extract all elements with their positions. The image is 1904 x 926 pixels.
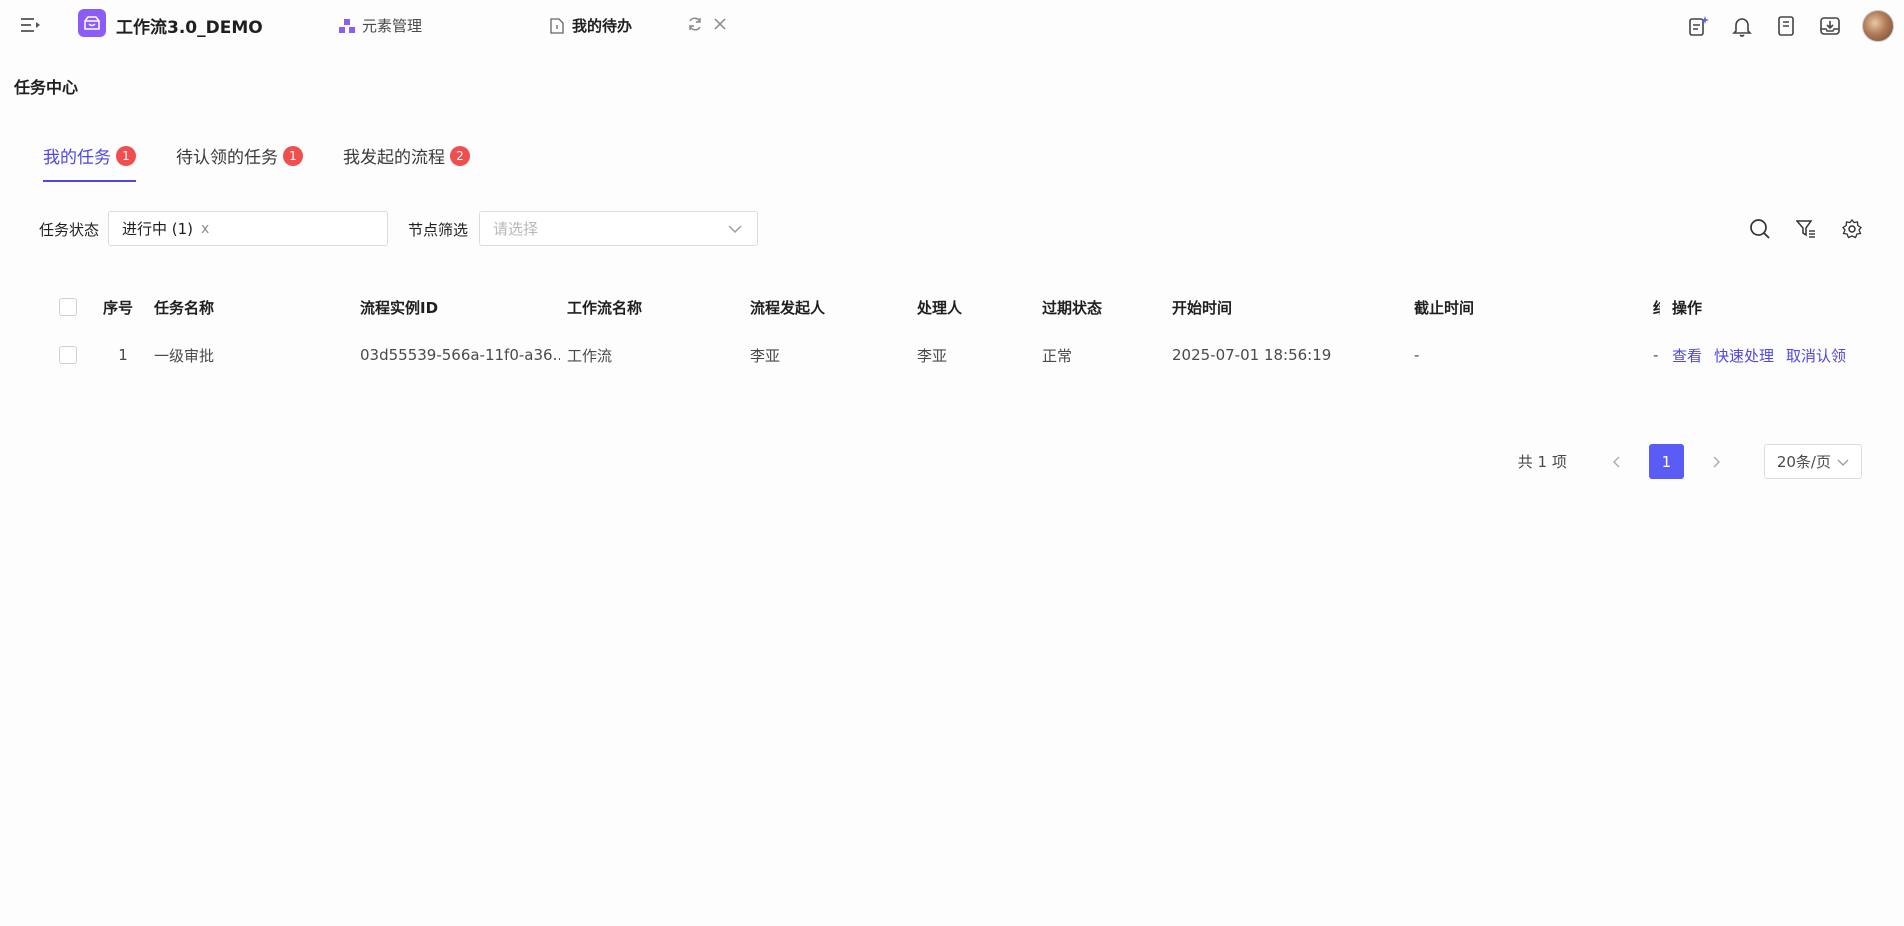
tab-claimable-tasks[interactable]: 待认领的任务 1 [176,143,303,182]
page-size-select[interactable]: 20条/页 [1763,444,1862,479]
page-size-value: 20条/页 [1776,453,1831,471]
next-page-button[interactable] [1700,445,1734,479]
refresh-icon[interactable] [687,16,703,32]
gear-icon[interactable] [1840,217,1864,241]
row-start-time: 2025-07-01 18:56:19 [1172,346,1332,364]
col-workflow-name: 工作流名称 [567,298,643,317]
node-filter-select[interactable]: 请选择 [479,211,758,246]
tab-todo[interactable]: 我的待办 [550,15,632,36]
tab-elements[interactable]: 元素管理 [338,15,422,36]
row-instance-id: 03d55539-566a-11f0-a36... [360,346,560,364]
row-checkbox[interactable] [59,346,77,364]
status-filter-clear[interactable]: x [201,221,209,237]
col-expire-status: 过期状态 [1042,298,1103,317]
pagination: 共 1 项 1 20条/页 [1518,444,1862,479]
tab-my-tasks[interactable]: 我的任务 1 [43,143,136,182]
tab-claimable-tasks-label: 待认领的任务 [176,148,278,168]
select-all-checkbox[interactable] [59,298,77,316]
select-all-cell [59,282,83,332]
avatar[interactable] [1862,10,1894,42]
row-initiator: 李亚 [750,346,781,365]
bell-icon[interactable] [1730,14,1754,38]
col-task-name: 任务名称 [154,298,215,317]
status-filter-value: 进行中 (1) [122,220,194,238]
cubes-icon [339,18,355,33]
chevron-down-icon [728,225,742,233]
row-expire-status: 正常 [1042,346,1073,365]
filter-icon[interactable] [1794,217,1818,241]
row-workflow-name: 工作流 [567,346,613,365]
col-actions: 操作 [1672,298,1703,317]
row-actions: 查看 快速处理 取消认领 [1672,330,1862,380]
table-row: 1 一级审批 03d55539-566a-11f0-a36... 工作流 李亚 … [50,330,1864,380]
tab-my-tasks-label: 我的任务 [43,148,111,168]
node-filter-label: 节点筛选 [408,221,469,239]
row-deadline: - [1414,346,1420,364]
unclaim-link[interactable]: 取消认领 [1786,345,1846,366]
row-index: 1 [118,346,128,364]
task-tabs: 我的任务 1 待认领的任务 1 我发起的流程 2 [43,143,510,182]
col-end: 结 [1653,282,1660,332]
node-filter-placeholder: 请选择 [493,220,539,238]
col-start-time: 开始时间 [1172,298,1233,317]
tab-my-tasks-badge: 1 [116,145,136,166]
tab-my-initiated-label: 我发起的流程 [343,148,445,168]
tab-todo-label: 我的待办 [572,17,633,35]
col-initiator: 流程发起人 [750,298,826,317]
page-title: 任务中心 [14,78,79,97]
col-index: 序号 [103,298,134,317]
view-link[interactable]: 查看 [1672,345,1702,366]
row-handler: 李亚 [917,346,948,365]
menu-toggle-icon[interactable] [20,15,42,35]
status-filter-label: 任务状态 [39,221,100,239]
ai-notes-icon[interactable] [1686,14,1710,38]
col-handler: 处理人 [917,298,963,317]
chevron-left-icon [1612,456,1620,467]
col-deadline: 截止时间 [1414,298,1475,317]
row-end: - [1653,346,1659,364]
app-logo-icon [78,9,106,37]
app-title: 工作流3.0_DEMO [116,18,263,38]
col-instance-id: 流程实例ID [360,298,439,317]
tab-claimable-tasks-badge: 1 [283,145,303,166]
prev-page-button[interactable] [1599,445,1633,479]
document-icon [550,17,564,34]
row-select-cell [59,330,83,380]
header-icons [1686,10,1904,42]
row-task-name: 一级审批 [154,346,215,365]
chevron-right-icon [1713,456,1720,467]
table-header-row: 序号 任务名称 流程实例ID 工作流名称 流程发起人 处理人 过期状态 开始时间… [50,282,1864,332]
tab-my-initiated[interactable]: 我发起的流程 2 [343,143,470,182]
quick-process-link[interactable]: 快速处理 [1714,345,1774,366]
tab-elements-label: 元素管理 [362,17,423,35]
top-bar: 工作流3.0_DEMO 元素管理 我的待办 [0,0,1904,52]
tab-actions [687,16,727,32]
pagination-total: 共 1 项 [1517,453,1567,471]
page-number-button[interactable]: 1 [1648,444,1684,479]
table-tools [1748,217,1864,241]
chevron-down-icon [1837,459,1849,466]
tab-my-initiated-badge: 2 [450,145,470,166]
close-icon[interactable] [713,17,727,31]
notebook-icon[interactable] [1774,14,1798,38]
status-filter-select[interactable]: 进行中 (1) x [108,211,388,246]
search-icon[interactable] [1748,217,1772,241]
inbox-download-icon[interactable] [1818,14,1842,38]
